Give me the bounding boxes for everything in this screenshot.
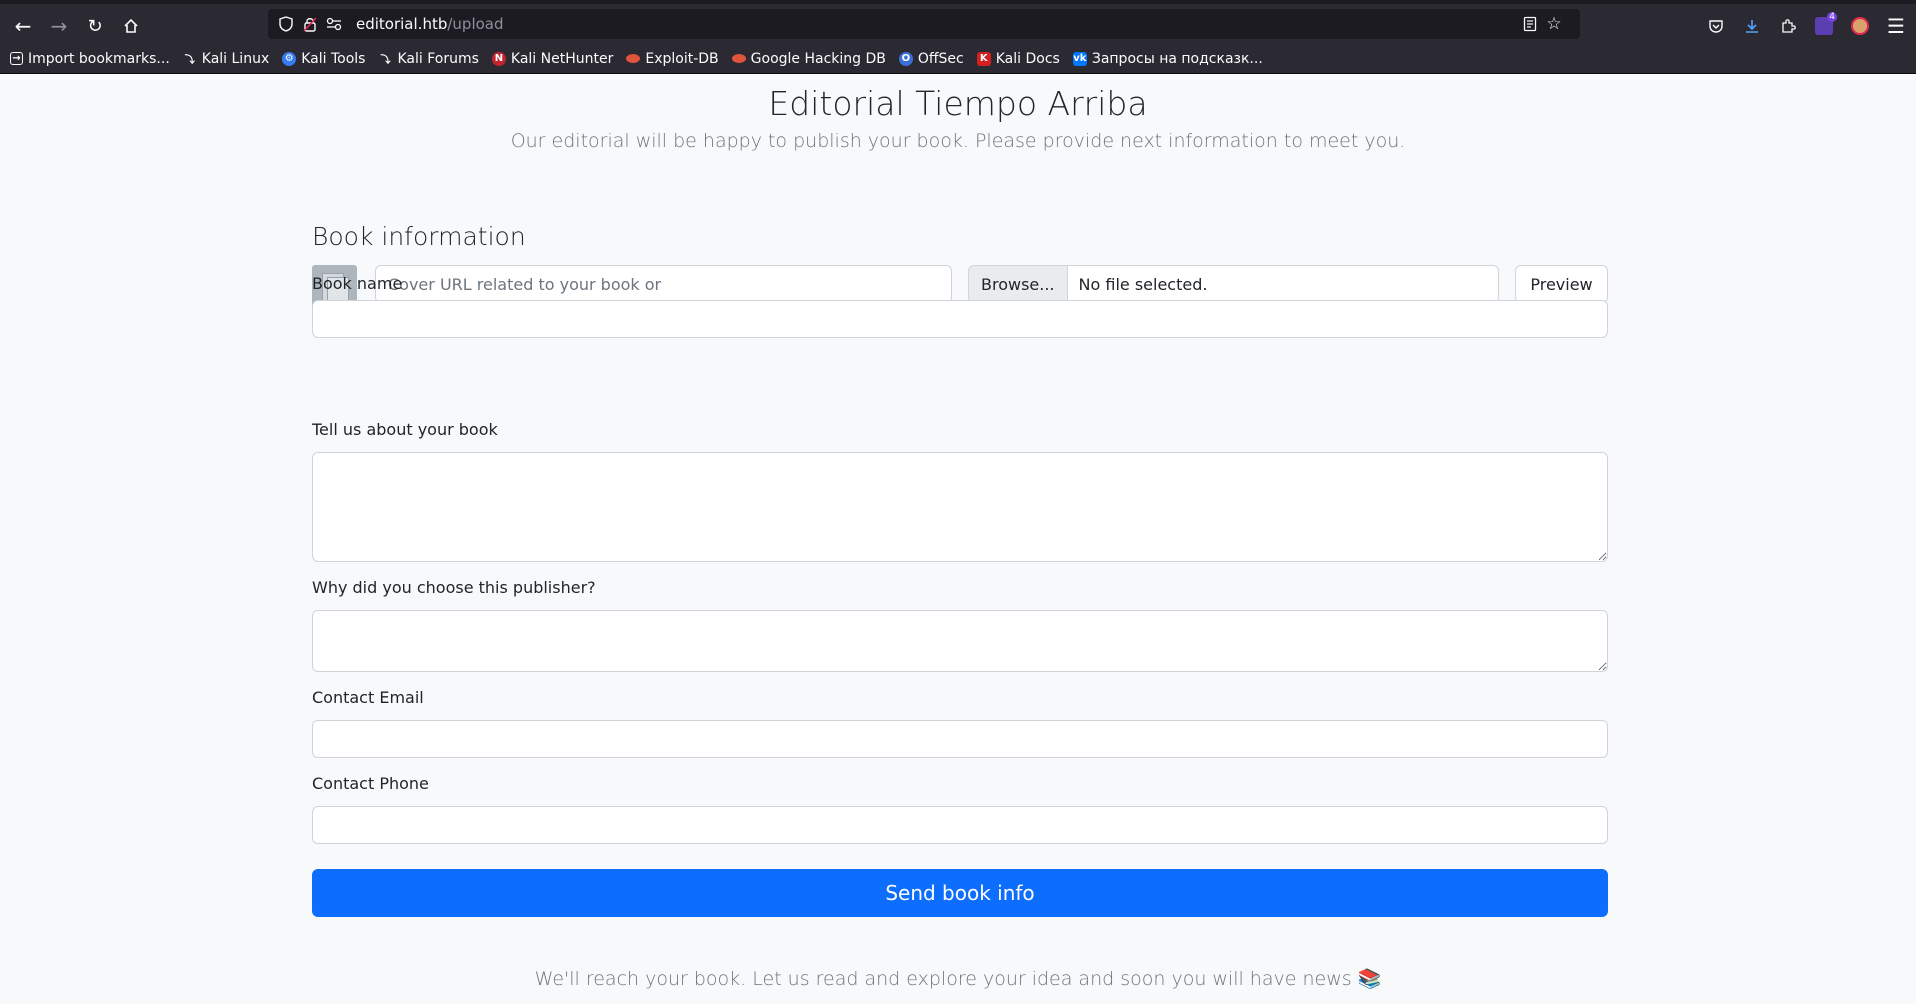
bookmark-kali-docs[interactable]: K Kali Docs — [976, 50, 1060, 67]
why-textarea[interactable] — [312, 610, 1608, 672]
bookmark-label: OffSec — [917, 50, 964, 67]
pocket-icon[interactable] — [1700, 10, 1732, 42]
bookmark-import[interactable]: → Import bookmarks... — [10, 51, 170, 67]
why-label: Why did you choose this publisher? — [312, 578, 596, 597]
bookmark-label: Kali Linux — [201, 50, 270, 67]
back-icon[interactable]: ← — [7, 10, 39, 42]
kali-tools-icon: ⚙ — [282, 51, 297, 66]
ghdb-icon — [731, 54, 746, 63]
forward-icon[interactable]: → — [43, 10, 75, 42]
page-title: Editorial Tiempo Arriba — [768, 84, 1148, 123]
send-book-info-button[interactable]: Send book info — [312, 869, 1608, 917]
offsec-icon: O — [898, 51, 913, 66]
about-textarea[interactable] — [312, 452, 1608, 562]
bookmark-offsec[interactable]: O OffSec — [898, 50, 964, 67]
permissions-icon[interactable] — [322, 9, 346, 39]
bookmark-label: Kali NetHunter — [510, 50, 614, 67]
shield-icon[interactable] — [274, 9, 298, 39]
cover-url-input[interactable] — [375, 265, 952, 303]
file-status: No file selected. — [1078, 274, 1208, 294]
bookmark-kali-nethunter[interactable]: N Kali NetHunter — [491, 50, 614, 67]
book-name-label: Book name — [312, 274, 403, 293]
extensions-icon[interactable] — [1772, 10, 1804, 42]
url-bar[interactable]: editorial.htb/upload ☆ — [268, 9, 1580, 39]
bookmark-label: Kali Docs — [995, 50, 1060, 67]
downloads-icon[interactable] — [1736, 10, 1768, 42]
vk-icon: vk — [1072, 51, 1087, 66]
reader-view-icon[interactable] — [1518, 9, 1542, 39]
exploitdb-icon — [626, 54, 641, 63]
bookmark-vk[interactable]: vk Запросы на подсказк... — [1072, 50, 1263, 67]
preview-button[interactable]: Preview — [1515, 265, 1608, 303]
about-label: Tell us about your book — [312, 420, 498, 439]
bookmark-label: Kali Forums — [397, 50, 479, 67]
lock-insecure-icon[interactable] — [298, 9, 322, 39]
footer-note: We'll reach your book. Let us read and e… — [534, 968, 1382, 990]
file-input[interactable]: Browse... No file selected. — [968, 265, 1499, 303]
email-input[interactable] — [312, 720, 1608, 758]
bookmark-star-icon[interactable]: ☆ — [1542, 9, 1566, 39]
browser-toolbar: ← → ↻ editorial.htb/upload ☆ 4 ☰ — [0, 0, 1916, 44]
menu-icon[interactable]: ☰ — [1880, 10, 1912, 42]
bookmark-kali-tools[interactable]: ⚙ Kali Tools — [282, 51, 365, 67]
bookmark-google-hacking-db[interactable]: Google Hacking DB — [731, 50, 886, 67]
url-text[interactable]: editorial.htb/upload — [356, 9, 504, 39]
url-host: editorial.htb — [356, 15, 448, 33]
bookmark-label: Запросы на подсказк... — [1091, 50, 1263, 67]
bookmark-label: Import bookmarks... — [28, 50, 170, 67]
phone-label: Contact Phone — [312, 774, 429, 793]
bookmark-kali-forums[interactable]: ⤵ Kali Forums — [378, 51, 478, 67]
phone-input[interactable] — [312, 806, 1608, 844]
import-icon: → — [10, 52, 23, 65]
email-label: Contact Email — [312, 688, 424, 707]
url-path: /upload — [447, 15, 504, 33]
bookmark-exploit-db[interactable]: Exploit-DB — [626, 50, 719, 67]
page-subtitle: Our editorial will be happy to publish y… — [510, 130, 1406, 152]
bookmarks-bar: → Import bookmarks... ⤵ Kali Linux ⚙ Kali T… — [0, 44, 1916, 74]
section-title: Book information — [312, 222, 526, 251]
reload-icon[interactable]: ↻ — [79, 10, 111, 42]
extension-avatar-icon[interactable] — [1844, 10, 1876, 42]
book-name-input[interactable] — [312, 300, 1608, 338]
nethunter-icon: N — [491, 51, 506, 66]
foxyproxy-icon[interactable]: 4 — [1808, 10, 1840, 42]
kali-docs-icon: K — [976, 51, 991, 66]
home-icon[interactable] — [115, 10, 147, 42]
bookmark-kali-linux[interactable]: ⤵ Kali Linux — [183, 51, 269, 67]
browse-button[interactable]: Browse... — [969, 266, 1068, 302]
bookmark-label: Google Hacking DB — [750, 50, 886, 67]
bookmark-label: Exploit-DB — [645, 50, 719, 67]
kali-icon: ⤵ — [184, 55, 195, 66]
kali-forums-icon: ⤵ — [380, 55, 391, 66]
page-content: Editorial Tiempo Arriba Our editorial wi… — [0, 74, 1916, 1004]
bookmark-label: Kali Tools — [301, 50, 366, 67]
